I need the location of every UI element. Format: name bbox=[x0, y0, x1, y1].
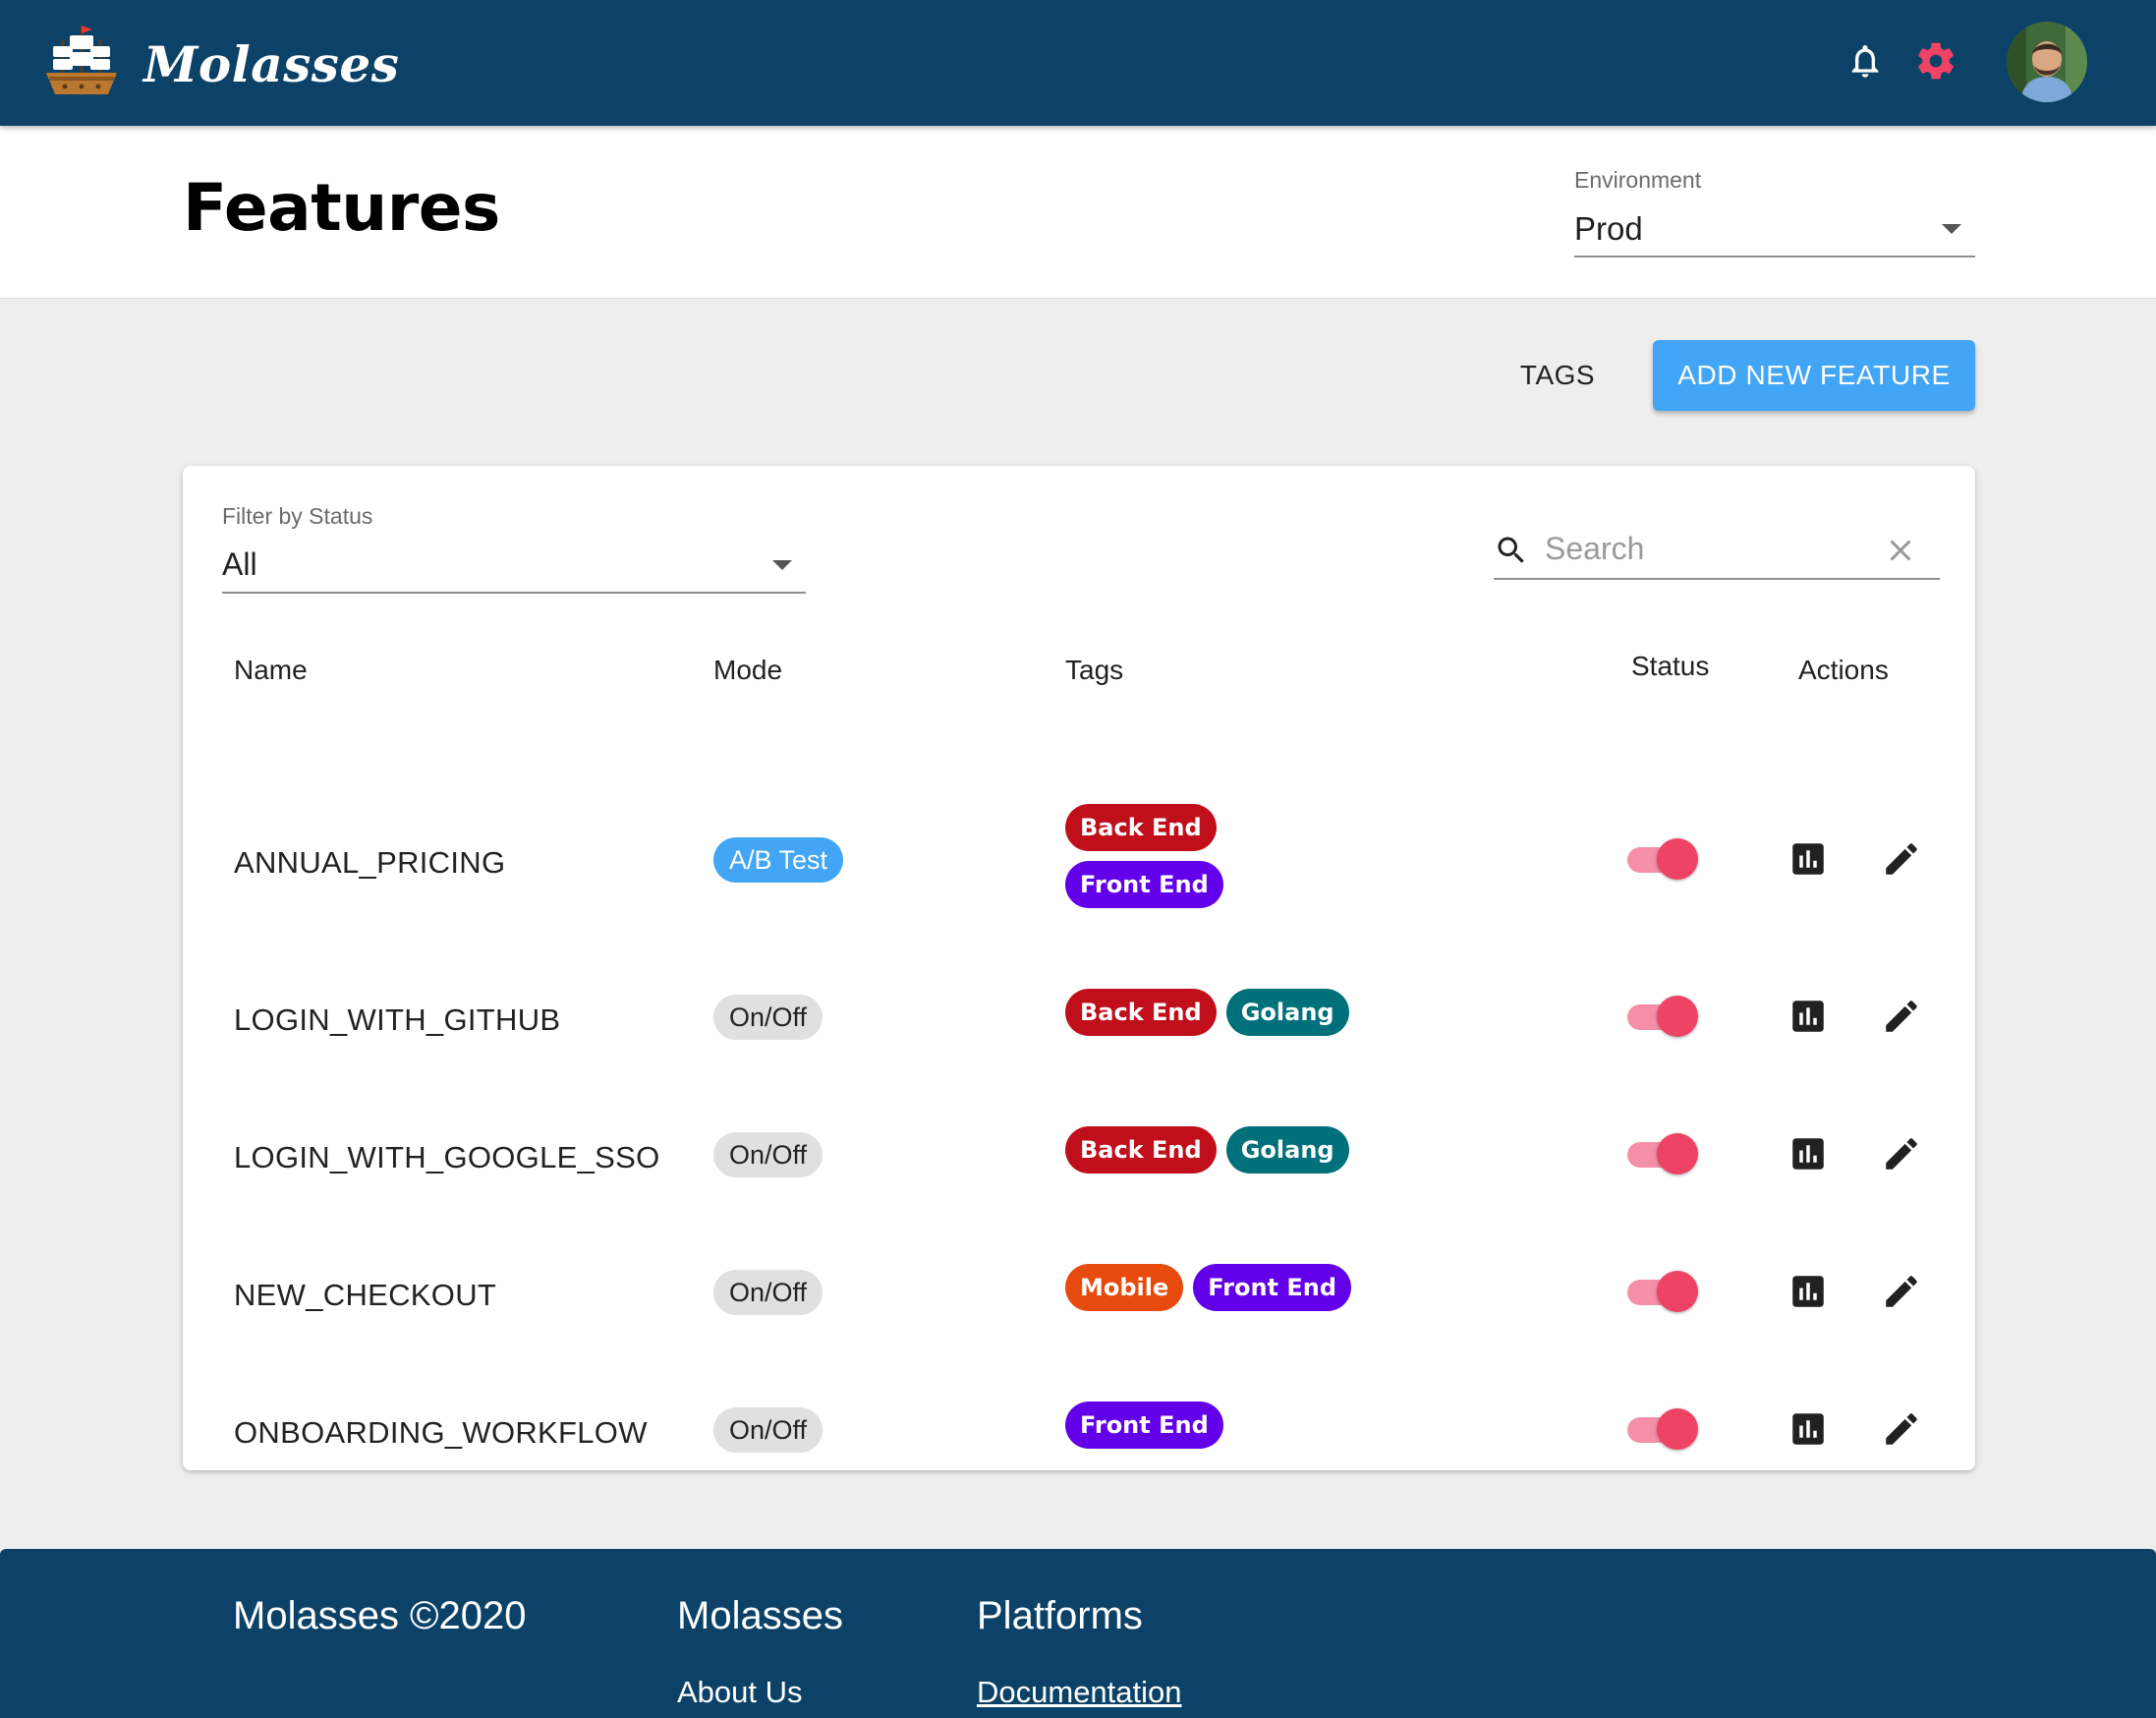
status-toggle[interactable] bbox=[1623, 1270, 1700, 1313]
bar-chart-icon[interactable] bbox=[1785, 993, 1832, 1040]
caret-down-icon bbox=[772, 560, 792, 570]
add-new-feature-button[interactable]: ADD NEW FEATURE bbox=[1653, 340, 1975, 411]
mode-chip: A/B Test bbox=[713, 837, 844, 883]
pencil-icon[interactable] bbox=[1878, 1268, 1925, 1315]
search-input[interactable] bbox=[1545, 527, 1869, 570]
feature-name[interactable]: NEW_CHECKOUT bbox=[234, 1278, 496, 1313]
environment-label: Environment bbox=[1574, 167, 1702, 193]
status-toggle[interactable] bbox=[1623, 995, 1700, 1038]
close-icon[interactable] bbox=[1883, 533, 1918, 568]
tag-list: Front End bbox=[1065, 1402, 1458, 1449]
column-header-actions: Actions bbox=[1798, 655, 1889, 685]
mode-chip: On/Off bbox=[713, 1132, 823, 1177]
status-toggle[interactable] bbox=[1623, 1407, 1700, 1451]
tag-chip: Front End bbox=[1065, 1402, 1223, 1449]
top-app-bar: Molasses bbox=[0, 0, 2156, 126]
footer-documentation-link[interactable]: Documentation bbox=[977, 1675, 1182, 1710]
feature-name[interactable]: ANNUAL_PRICING bbox=[234, 845, 505, 881]
page-title: Features bbox=[183, 170, 500, 246]
caret-down-icon bbox=[1942, 224, 1961, 234]
search-box bbox=[1494, 521, 1940, 580]
tag-chip: Back End bbox=[1065, 1126, 1217, 1174]
pencil-icon[interactable] bbox=[1878, 1405, 1925, 1453]
brand-name: Molasses bbox=[143, 35, 400, 93]
pencil-icon[interactable] bbox=[1878, 993, 1925, 1040]
tag-list: Back End Golang bbox=[1065, 1126, 1458, 1174]
environment-value: Prod bbox=[1574, 210, 1643, 247]
filter-status-select[interactable]: All bbox=[222, 539, 806, 594]
tag-chip: Back End bbox=[1065, 989, 1217, 1036]
mode-chip: On/Off bbox=[713, 995, 823, 1040]
page-header: Features Environment Prod bbox=[0, 126, 2156, 299]
tag-chip: Mobile bbox=[1065, 1264, 1184, 1311]
tag-chip: Golang bbox=[1225, 1126, 1349, 1174]
status-toggle[interactable] bbox=[1623, 1132, 1700, 1175]
feature-name[interactable]: ONBOARDING_WORKFLOW bbox=[234, 1415, 648, 1451]
footer-col1-title: Molasses bbox=[677, 1594, 843, 1637]
ship-logo-icon[interactable] bbox=[43, 22, 120, 100]
mode-chip: On/Off bbox=[713, 1270, 823, 1315]
bar-chart-icon[interactable] bbox=[1785, 835, 1832, 883]
gear-icon[interactable] bbox=[1912, 37, 1959, 85]
footer-copyright: Molasses ©2020 bbox=[233, 1594, 527, 1637]
feature-name[interactable]: LOGIN_WITH_GITHUB bbox=[234, 1002, 560, 1038]
avatar[interactable] bbox=[2007, 22, 2087, 102]
column-header-status[interactable]: Status bbox=[1631, 651, 1709, 682]
tag-list: Mobile Front End bbox=[1065, 1264, 1458, 1311]
footer-col2-title: Platforms bbox=[977, 1594, 1143, 1637]
filter-status-value: All bbox=[222, 546, 257, 582]
tag-chip: Back End bbox=[1065, 804, 1217, 851]
search-icon bbox=[1494, 533, 1529, 568]
pencil-icon[interactable] bbox=[1878, 835, 1925, 883]
mode-chip: On/Off bbox=[713, 1407, 823, 1453]
pencil-icon[interactable] bbox=[1878, 1130, 1925, 1177]
tag-list: Back End Golang bbox=[1065, 989, 1458, 1036]
footer: Molasses ©2020 Molasses About Us Platfor… bbox=[0, 1549, 2156, 1718]
column-header-mode[interactable]: Mode bbox=[713, 655, 782, 686]
column-header-tags[interactable]: Tags bbox=[1065, 655, 1123, 686]
tags-button[interactable]: TAGS bbox=[1504, 340, 1612, 411]
bell-icon[interactable] bbox=[1842, 37, 1889, 85]
features-card: Filter by Status All Name Mode Tags Stat… bbox=[183, 466, 1975, 1470]
bar-chart-icon[interactable] bbox=[1785, 1405, 1832, 1453]
feature-name[interactable]: LOGIN_WITH_GOOGLE_SSO bbox=[234, 1140, 660, 1175]
environment-select[interactable]: Prod bbox=[1574, 202, 1975, 258]
tag-list: Back End Front End bbox=[1065, 804, 1458, 908]
bar-chart-icon[interactable] bbox=[1785, 1268, 1832, 1315]
column-header-name[interactable]: Name bbox=[234, 655, 308, 686]
filter-status-label: Filter by Status bbox=[222, 503, 373, 529]
status-toggle[interactable] bbox=[1623, 837, 1700, 881]
tag-chip: Golang bbox=[1225, 989, 1349, 1036]
tag-chip: Front End bbox=[1193, 1264, 1352, 1311]
bar-chart-icon[interactable] bbox=[1785, 1130, 1832, 1177]
footer-about-link[interactable]: About Us bbox=[677, 1675, 803, 1710]
tag-chip: Front End bbox=[1065, 861, 1223, 908]
